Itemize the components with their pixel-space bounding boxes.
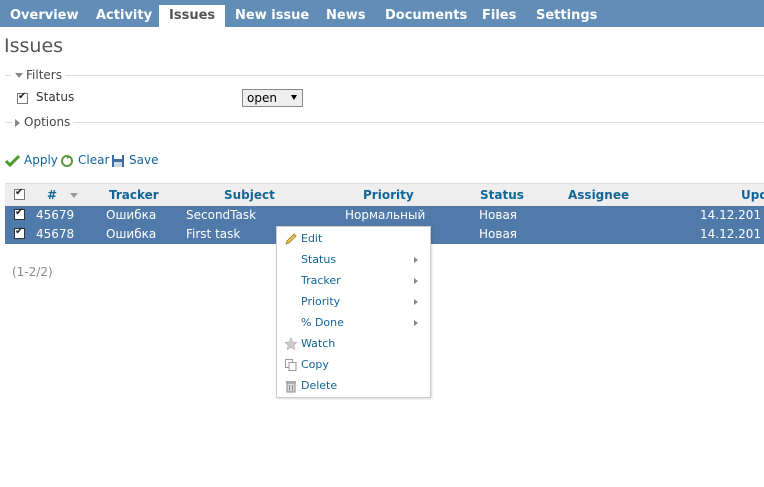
filters-divider (5, 75, 764, 76)
issue-tracker: Ошибка (106, 208, 157, 222)
context-menu-done-ratio[interactable]: % Done (301, 314, 426, 332)
star-icon (284, 337, 298, 351)
submenu-arrow-icon (414, 278, 418, 284)
column-assignee[interactable]: Assignee (568, 188, 629, 202)
reload-icon (61, 154, 73, 167)
status-filter-checkbox[interactable] (17, 91, 28, 104)
issues-table-header: # Tracker Subject Priority Status Assign… (5, 183, 764, 207)
column-updated[interactable]: Upd (741, 188, 764, 202)
tab-settings[interactable]: Settings (536, 5, 597, 27)
tab-activity[interactable]: Activity (96, 5, 152, 27)
clear-button[interactable]: Clear (60, 152, 109, 168)
save-label: Save (129, 153, 159, 167)
context-menu-copy[interactable]: Copy (301, 356, 426, 374)
column-priority[interactable]: Priority (363, 188, 414, 202)
row-checkbox[interactable] (14, 226, 25, 239)
filters-legend-label: Filters (26, 68, 62, 82)
context-menu-edit[interactable]: Edit (301, 230, 426, 248)
issue-updated: 14.12.201 (700, 227, 762, 241)
issue-status: Новая (479, 227, 518, 241)
options-legend[interactable]: Options (12, 115, 74, 129)
status-filter-label: Status (36, 90, 75, 104)
sort-desc-icon (70, 193, 79, 198)
tab-issues[interactable]: Issues (159, 5, 226, 27)
column-id[interactable]: # (47, 188, 79, 202)
issue-id[interactable]: 45679 (36, 208, 74, 222)
context-menu-status[interactable]: Status (301, 251, 426, 269)
issue-subject[interactable]: SecondTask (186, 208, 256, 222)
column-tracker[interactable]: Tracker (109, 188, 159, 202)
context-menu: Edit Status Tracker Priority % Done Watc… (276, 226, 431, 398)
expand-icon (15, 118, 20, 127)
column-status[interactable]: Status (480, 188, 524, 202)
submenu-arrow-icon (414, 320, 418, 326)
apply-label: Apply (24, 153, 58, 167)
table-row[interactable]: 45679 Ошибка SecondTask Нормальный Новая… (5, 206, 764, 225)
pagination-info: (1-2/2) (12, 265, 53, 279)
submenu-arrow-icon (414, 257, 418, 263)
dropdown-arrow-icon (291, 95, 297, 100)
tab-documents[interactable]: Documents (385, 5, 467, 27)
status-operator-select[interactable]: open (242, 89, 303, 107)
copy-icon (285, 359, 297, 371)
tab-overview[interactable]: Overview (10, 5, 79, 27)
floppy-disk-icon (112, 154, 124, 167)
issue-subject[interactable]: First task (186, 227, 240, 241)
page-title: Issues (4, 35, 64, 57)
apply-button[interactable]: Apply (4, 152, 58, 168)
tab-new-issue[interactable]: New issue (235, 5, 309, 27)
clear-label: Clear (78, 153, 110, 167)
issue-id[interactable]: 45678 (36, 227, 74, 241)
issue-status: Новая (479, 208, 518, 222)
filters-legend[interactable]: Filters (12, 68, 65, 82)
pencil-icon (285, 233, 297, 245)
context-menu-priority[interactable]: Priority (301, 293, 426, 311)
column-subject[interactable]: Subject (224, 188, 275, 202)
submenu-arrow-icon (414, 299, 418, 305)
options-divider (5, 122, 764, 123)
options-legend-label: Options (24, 115, 71, 129)
status-operator-value: open (247, 91, 277, 105)
checkmark-icon (4, 154, 21, 168)
select-all-checkbox[interactable] (14, 187, 25, 200)
context-menu-delete[interactable]: Delete (301, 377, 426, 395)
context-menu-watch[interactable]: Watch (301, 335, 426, 353)
context-menu-tracker[interactable]: Tracker (301, 272, 426, 290)
collapse-icon (15, 73, 23, 78)
issue-priority: Нормальный (345, 208, 426, 222)
trash-icon (286, 381, 296, 393)
row-checkbox[interactable] (14, 207, 25, 220)
issue-tracker: Ошибка (106, 227, 157, 241)
save-query-button[interactable]: Save (111, 152, 158, 168)
project-menu: Overview Activity Issues New issue News … (0, 0, 764, 27)
tab-news[interactable]: News (326, 5, 365, 27)
issue-updated: 14.12.201 (700, 208, 762, 222)
tab-files[interactable]: Files (482, 5, 516, 27)
